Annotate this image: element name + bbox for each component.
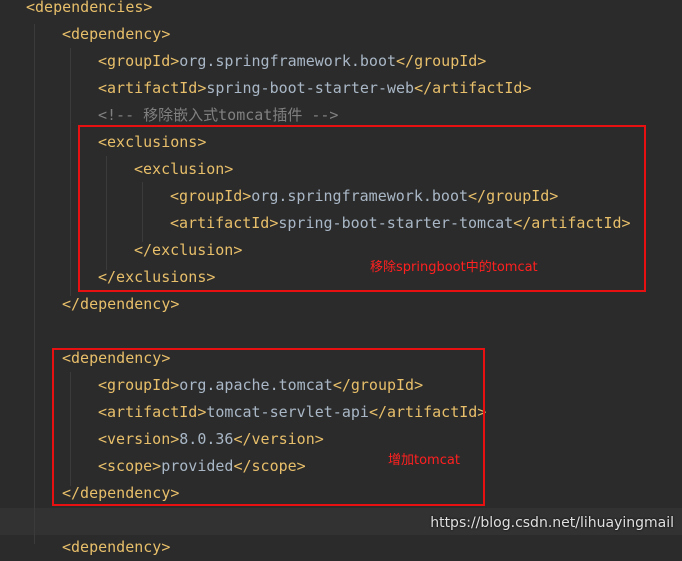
xml-tag: </dependency>	[62, 295, 180, 313]
code-line: <dependencies>	[26, 0, 152, 21]
tomcat-dependency-highlight-box	[52, 348, 485, 506]
code-line: <groupId>org.springframework.boot</group…	[98, 48, 486, 75]
xml-tag: <dependency>	[62, 25, 171, 43]
xml-tag: </groupId>	[396, 52, 487, 70]
remove-tomcat-note: 移除springboot中的tomcat	[370, 260, 538, 275]
code-line: </dependency>	[62, 291, 179, 318]
code-editor[interactable]: <dependencies> <dependency> <groupId>org.s…	[0, 0, 682, 556]
indent-guide	[34, 24, 35, 544]
xml-text: org.springframework.boot	[179, 52, 397, 70]
xml-tag: <groupId>	[98, 52, 180, 70]
code-line: <artifactId>spring-boot-starter-web</art…	[98, 75, 532, 102]
xml-tag: <dependencies>	[26, 0, 153, 16]
xml-tag: </artifactId>	[414, 79, 532, 97]
xml-text: spring-boot-starter-web	[206, 79, 415, 97]
code-line: <dependency>	[62, 534, 170, 561]
code-line: <dependency>	[62, 21, 170, 48]
xml-tag: <artifactId>	[98, 79, 207, 97]
indent-guide	[70, 48, 71, 296]
xml-tag: <dependency>	[62, 538, 171, 556]
xml-comment: <!-- 移除嵌入式tomcat插件 -->	[98, 106, 339, 124]
add-tomcat-note: 增加tomcat	[388, 453, 460, 468]
exclusions-highlight-box	[78, 125, 646, 292]
watermark: https://blog.csdn.net/lihuayingmail	[430, 515, 674, 531]
